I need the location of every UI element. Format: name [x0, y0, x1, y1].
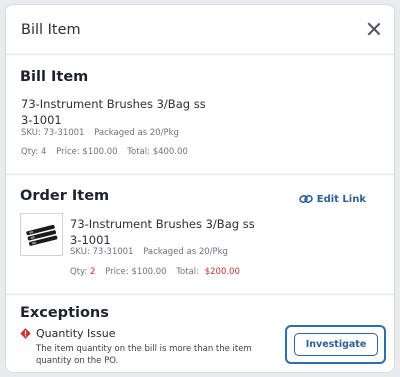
bill-item-packaged: Packaged as 20/Pkg [94, 128, 179, 138]
link-icon [299, 194, 313, 204]
order-item-sku-row: SKU: 73-31001 Packaged as 20/Pkg [70, 247, 235, 257]
bill-item-name: 73-Instrument Brushes 3/Bag ss [21, 97, 206, 111]
order-item-pricing-row: Qty: 2 Price: $100.00 Total: $200.00 [70, 267, 247, 277]
bill-item-price: Price: $100.00 [56, 147, 118, 157]
brush-icon [26, 224, 58, 246]
bill-item-pricing-row: Qty: 4 Price: $100.00 Total: $400.00 [21, 147, 195, 157]
order-item-section: Order Item Edit Link 73-Instrument Brush… [6, 175, 394, 295]
panel-header: Bill Item [6, 5, 394, 55]
exception-title: Quantity Issue [36, 327, 116, 340]
investigate-button[interactable]: Investigate [294, 333, 378, 356]
warning-diamond-icon [20, 328, 31, 339]
order-item-sku: SKU: 73-31001 [70, 247, 134, 257]
order-item-name: 73-Instrument Brushes 3/Bag ss [70, 217, 255, 231]
order-item-qty-value: 2 [90, 267, 96, 277]
edit-link-label: Edit Link [316, 194, 366, 205]
bill-item-qty: Qty: 4 [21, 147, 47, 157]
bill-item-total: Total: $400.00 [127, 147, 188, 157]
panel-title: Bill Item [21, 22, 81, 38]
order-item-name-cont: 3-1001 [70, 233, 111, 247]
order-item-heading: Order Item [20, 188, 110, 204]
order-item-qty-label: Qty: [70, 267, 88, 277]
order-item-price: Price: $100.00 [105, 267, 167, 277]
exceptions-heading: Exceptions [20, 305, 109, 321]
close-icon[interactable] [367, 22, 381, 36]
bill-item-panel: Bill Item Bill Item 73-Instrument Brushe… [5, 4, 395, 373]
bill-item-section: Bill Item 73-Instrument Brushes 3/Bag ss… [6, 55, 394, 175]
order-item-total-value: $200.00 [204, 267, 240, 277]
product-thumbnail [20, 213, 63, 256]
exceptions-section: Exceptions Quantity Issue The item quant… [6, 295, 394, 372]
edit-link-button[interactable]: Edit Link [299, 194, 366, 205]
bill-item-name-cont: 3-1001 [21, 113, 62, 127]
bill-item-sku-row: SKU: 73-31001 Packaged as 20/Pkg [21, 128, 186, 138]
bill-item-heading: Bill Item [20, 69, 89, 85]
exception-description: The item quantity on the bill is more th… [36, 344, 252, 366]
bill-item-sku: SKU: 73-31001 [21, 128, 85, 138]
order-item-packaged: Packaged as 20/Pkg [143, 247, 228, 257]
order-item-total-label: Total: [176, 267, 200, 277]
